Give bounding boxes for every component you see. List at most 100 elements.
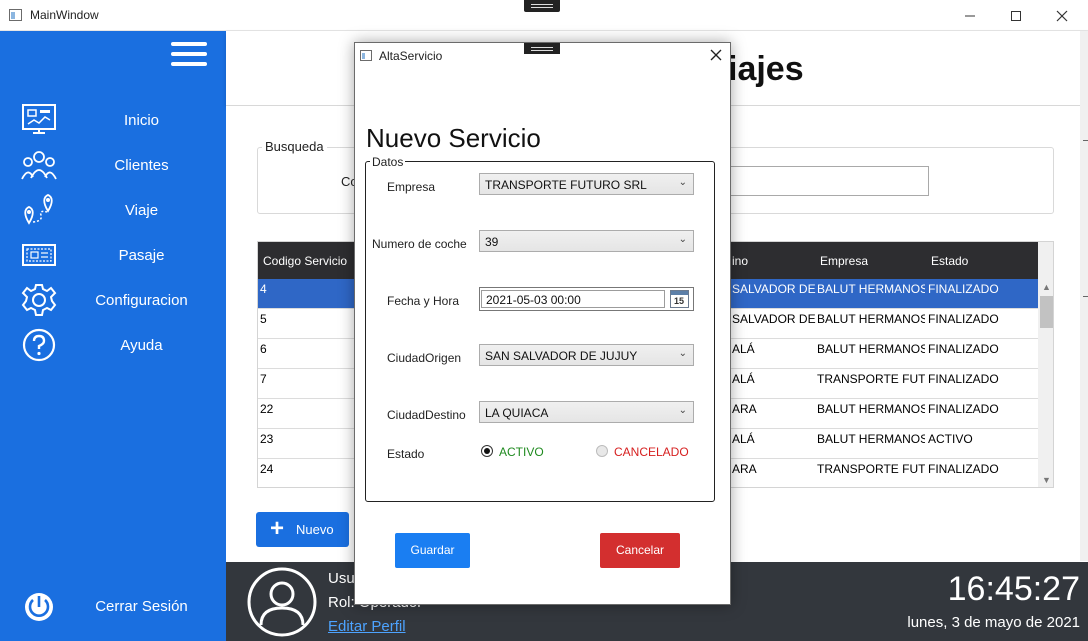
edit-profile-link[interactable]: Editar Perfil [328,618,406,635]
sidebar-item-configuracion[interactable]: Configuracion [0,279,226,321]
route-pin-icon [24,194,53,225]
window-drag-grip[interactable] [524,0,560,12]
people-icon [21,151,57,180]
scroll-down-icon[interactable]: ▼ [1042,475,1051,485]
column-header-empresa[interactable]: Empresa [820,254,868,268]
fecha-label: Fecha y Hora [387,294,460,308]
column-header-codigo[interactable]: Codigo Servicio [263,254,347,268]
coche-label: Numero de coche [372,237,467,251]
cell-destino: ALÁ [732,372,755,386]
cell-codigo: 4 [260,282,267,296]
cell-destino: ALÁ [732,342,755,356]
fecha-datepicker[interactable]: 2021-05-03 00:00 15 [479,287,694,311]
cell-codigo: 6 [260,342,267,356]
cell-codigo: 22 [260,402,274,416]
close-window-button[interactable] [1039,0,1085,31]
sidebar-item-label: Configuracion [95,292,188,309]
cell-empresa: BALUT HERMANOS S [817,342,925,356]
maximize-icon [1011,10,1021,21]
chevron-down-icon: ⌄ [678,405,687,416]
chevron-down-icon: ⌄ [678,234,687,245]
avatar-icon [247,567,317,637]
cell-estado: FINALIZADO [928,342,999,356]
estado-cancelado-radio[interactable] [596,445,608,457]
cell-empresa: TRANSPORTE FUTUF [817,462,925,476]
dialog-drag-grip[interactable] [524,43,560,54]
help-icon [22,328,56,362]
dialog-close-button[interactable] [710,46,722,66]
save-button[interactable]: Guardar [395,533,470,568]
sidebar-item-ayuda[interactable]: Ayuda [0,324,226,366]
empresa-label: Empresa [387,180,436,194]
search-group-legend: Busqueda [262,139,327,154]
cell-empresa: BALUT HERMANOS S [817,432,925,446]
cell-empresa: BALUT HERMANOS S [817,402,925,416]
origen-select[interactable]: SAN SALVADOR DE JUJUY ⌄ [479,344,694,366]
coche-value: 39 [485,235,499,249]
table-scrollbar[interactable]: ▲ ▼ [1038,242,1053,487]
user-name: Usu [328,570,355,587]
new-service-button[interactable]: + Nuevo [256,512,349,547]
new-service-label: Nuevo [296,522,334,537]
cancel-button[interactable]: Cancelar [600,533,680,568]
close-icon [710,49,722,61]
estado-activo-label[interactable]: ACTIVO [499,445,544,459]
calendar-day: 15 [674,296,685,306]
cell-empresa: TRANSPORTE FUTUF [817,372,925,386]
datos-group-legend: Datos [370,155,406,169]
column-header-destino[interactable]: ino [732,254,748,268]
fecha-input[interactable]: 2021-05-03 00:00 [481,290,665,308]
cell-destino: ARA [732,462,757,476]
page-title: iajes [728,50,804,88]
origen-value: SAN SALVADOR DE JUJUY [485,349,638,363]
sidebar-item-pasaje[interactable]: Pasaje [0,234,226,276]
cell-codigo: 24 [260,462,274,476]
cell-estado: FINALIZADO [928,372,999,386]
calendar-icon[interactable]: 15 [670,290,689,308]
logout-label: Cerrar Sesión [95,598,188,615]
destino-value: LA QUIACA [485,406,549,420]
clock-time: 16:45:27 [947,570,1080,608]
cell-codigo: 23 [260,432,274,446]
dialog-app-icon [360,50,372,61]
logout-button[interactable]: Cerrar Sesión [0,584,226,628]
scroll-up-icon[interactable]: ▲ [1042,282,1051,292]
dashboard-icon [22,104,56,134]
estado-activo-radio[interactable] [481,445,493,457]
dialog-heading: Nuevo Servicio [366,123,541,153]
hamburger-menu-icon[interactable] [171,42,207,66]
cell-estado: FINALIZADO [928,282,999,296]
window-title: MainWindow [30,8,99,22]
empresa-select[interactable]: TRANSPORTE FUTURO SRL ⌄ [479,173,694,195]
plus-icon: + [270,515,285,542]
window-app-icon [9,9,22,21]
sidebar-item-label: Clientes [114,157,169,174]
fecha-value: 2021-05-03 00:00 [486,293,581,307]
alta-servicio-dialog: AltaServicio Nuevo Servicio Datos Empres… [354,42,731,605]
destino-label: CiudadDestino [387,408,466,422]
estado-cancelado-label[interactable]: CANCELADO [614,445,689,459]
estado-label: Estado [387,447,425,461]
column-header-estado[interactable]: Estado [931,254,968,268]
coche-select[interactable]: 39 ⌄ [479,230,694,252]
sidebar-item-inicio[interactable]: Inicio [0,99,226,141]
cell-codigo: 7 [260,372,267,386]
sidebar-item-clientes[interactable]: Clientes [0,144,226,186]
maximize-button[interactable] [993,0,1039,31]
chevron-down-icon: ⌄ [678,348,687,359]
destino-select[interactable]: LA QUIACA ⌄ [479,401,694,423]
sidebar-item-label: Inicio [123,112,160,129]
minimize-icon [965,15,975,16]
cell-estado: FINALIZADO [928,462,999,476]
window-scrollbar[interactable] [1080,31,1088,561]
search-input[interactable] [728,166,929,196]
sidebar-item-viaje[interactable]: Viaje [0,189,226,231]
minimize-button[interactable] [947,0,993,31]
scrollbar-thumb[interactable] [1040,296,1053,328]
ticket-icon [22,244,56,266]
clock-date: lunes, 3 de mayo de 2021 [907,614,1080,631]
cell-empresa: BALUT HERMANOS S [817,312,925,326]
empresa-value: TRANSPORTE FUTURO SRL [485,178,647,192]
cell-estado: FINALIZADO [928,312,999,326]
cell-destino: ARA [732,402,757,416]
